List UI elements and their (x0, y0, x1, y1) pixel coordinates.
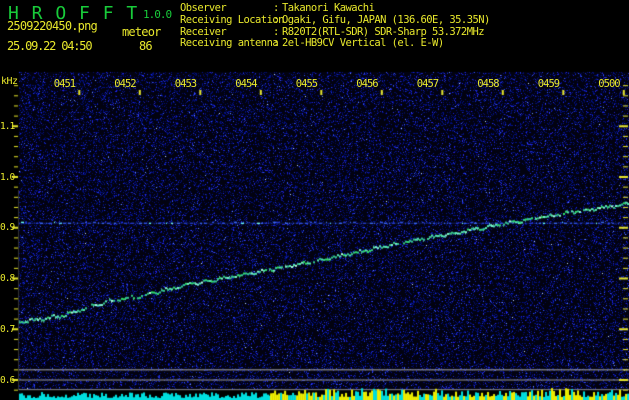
station-value: 2el-HB9CV Vertical (el. E-W) (282, 37, 444, 50)
time-tick-label: 0459 (537, 78, 560, 90)
time-tick-label: 0455 (295, 78, 318, 90)
freq-tick-label: 0.6 (0, 374, 15, 386)
freq-tick-label: 0.7 (0, 323, 15, 335)
capture-mode-label: meteor (122, 25, 161, 39)
time-tick-label: 0453 (174, 78, 197, 90)
time-tick-label: 0457 (416, 78, 439, 90)
freq-tick-label: 0.8 (0, 273, 15, 284)
event-count: 86 (139, 39, 153, 53)
freq-tick-label: 1.1 (0, 120, 15, 132)
capture-filename: 2509220450.png (7, 19, 98, 33)
time-tick-label: 0454 (235, 78, 257, 90)
station-separator: : (273, 37, 279, 50)
freq-tick-label: 0.9 (0, 222, 15, 234)
app-version: 1.0.0 (143, 8, 172, 21)
time-tick-label: 0500 (598, 78, 620, 90)
station-value: Ogaki, Gifu, JAPAN (136.60E, 35.35N) (282, 13, 490, 26)
khz-axis-unit: kHz (1, 76, 18, 87)
station-separator: : (273, 13, 279, 26)
capture-datetime: 25.09.22 04:50 (7, 39, 93, 53)
time-tick-label: 0458 (477, 78, 499, 90)
station-label: Receiving antenna (180, 37, 279, 50)
spectrogram-canvas (0, 0, 629, 400)
time-tick-label: 0451 (53, 78, 76, 90)
station-row: Receiving antenna:2el-HB9CV Vertical (el… (180, 38, 490, 50)
time-tick-label: 0452 (114, 78, 136, 90)
station-row: Receiving Location: Ogaki, Gifu, JAPAN (1… (180, 13, 490, 27)
time-tick-label: 0456 (356, 78, 378, 90)
station-info-block: Observer: Takanori Kawachi Receiving Locat… (180, 2, 490, 50)
freq-tick-label: 1.0 (0, 171, 15, 183)
station-label: Receiving Location (180, 13, 284, 26)
hrofft-window: H R O F F T 1.0.0 2509220450.png meteor … (0, 0, 629, 400)
